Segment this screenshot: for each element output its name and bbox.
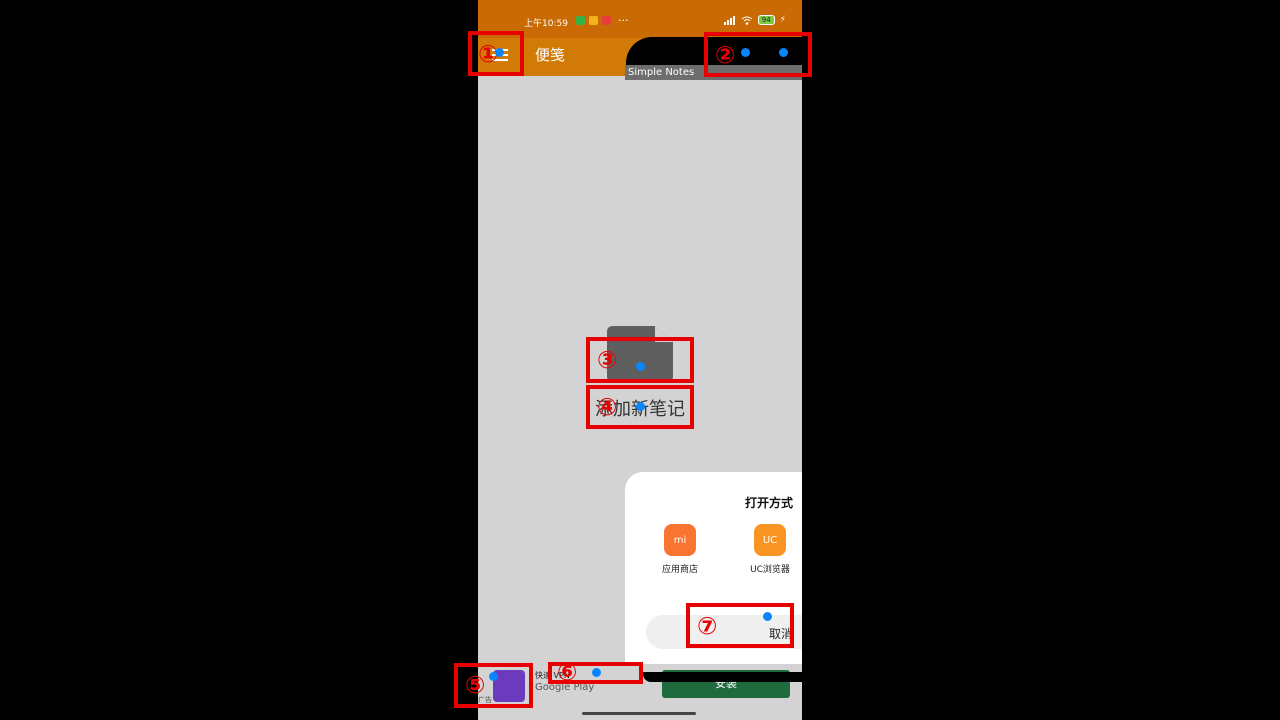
annotation-number-3: ③ xyxy=(597,346,618,374)
signal-icon xyxy=(723,15,735,25)
annotation-number-7: ⑦ xyxy=(697,612,718,640)
sheet-title: 打开方式 xyxy=(745,496,794,510)
status-notification-icons xyxy=(576,16,611,25)
app-title: 便笺 xyxy=(535,46,566,64)
tap-point-2b xyxy=(779,48,788,57)
tap-point-5 xyxy=(489,672,498,681)
ad-overlay-bar xyxy=(643,672,802,682)
tap-point-3 xyxy=(636,362,645,371)
app-option-label: 应用商店 xyxy=(661,565,698,575)
annotation-number-5: ⑤ xyxy=(465,671,486,699)
app-option-uc[interactable]: UC UC浏览器 xyxy=(740,524,800,575)
tap-point-7 xyxy=(763,612,772,621)
app-option-store[interactable]: mi 应用商店 xyxy=(650,524,710,575)
home-indicator[interactable] xyxy=(582,712,696,715)
notification-icon xyxy=(589,16,598,25)
annotation-number-6: ⑥ xyxy=(557,658,578,686)
tap-point-2a xyxy=(741,48,750,57)
open-with-sheet: 打开方式 mi 应用商店 UC UC浏览器 取消 xyxy=(625,472,802,687)
notification-icon xyxy=(602,16,611,25)
mi-store-icon: mi xyxy=(664,524,696,556)
annotation-number-4: ④ xyxy=(597,393,618,421)
wifi-icon xyxy=(741,16,753,25)
status-time: 上午10:59 xyxy=(524,19,568,29)
charging-icon: ⚡ xyxy=(779,15,786,25)
tap-point-4 xyxy=(636,402,645,411)
tap-point-6 xyxy=(592,668,601,677)
status-more-icon: ··· xyxy=(618,14,629,27)
status-system-icons: 94 ⚡ xyxy=(723,15,786,25)
battery-icon: 94 xyxy=(757,15,775,25)
tap-point-1 xyxy=(495,48,504,57)
annotation-number-2: ② xyxy=(715,41,736,69)
uc-browser-icon: UC xyxy=(754,524,786,556)
app-option-label: UC浏览器 xyxy=(750,565,790,575)
notification-icon xyxy=(576,16,585,25)
